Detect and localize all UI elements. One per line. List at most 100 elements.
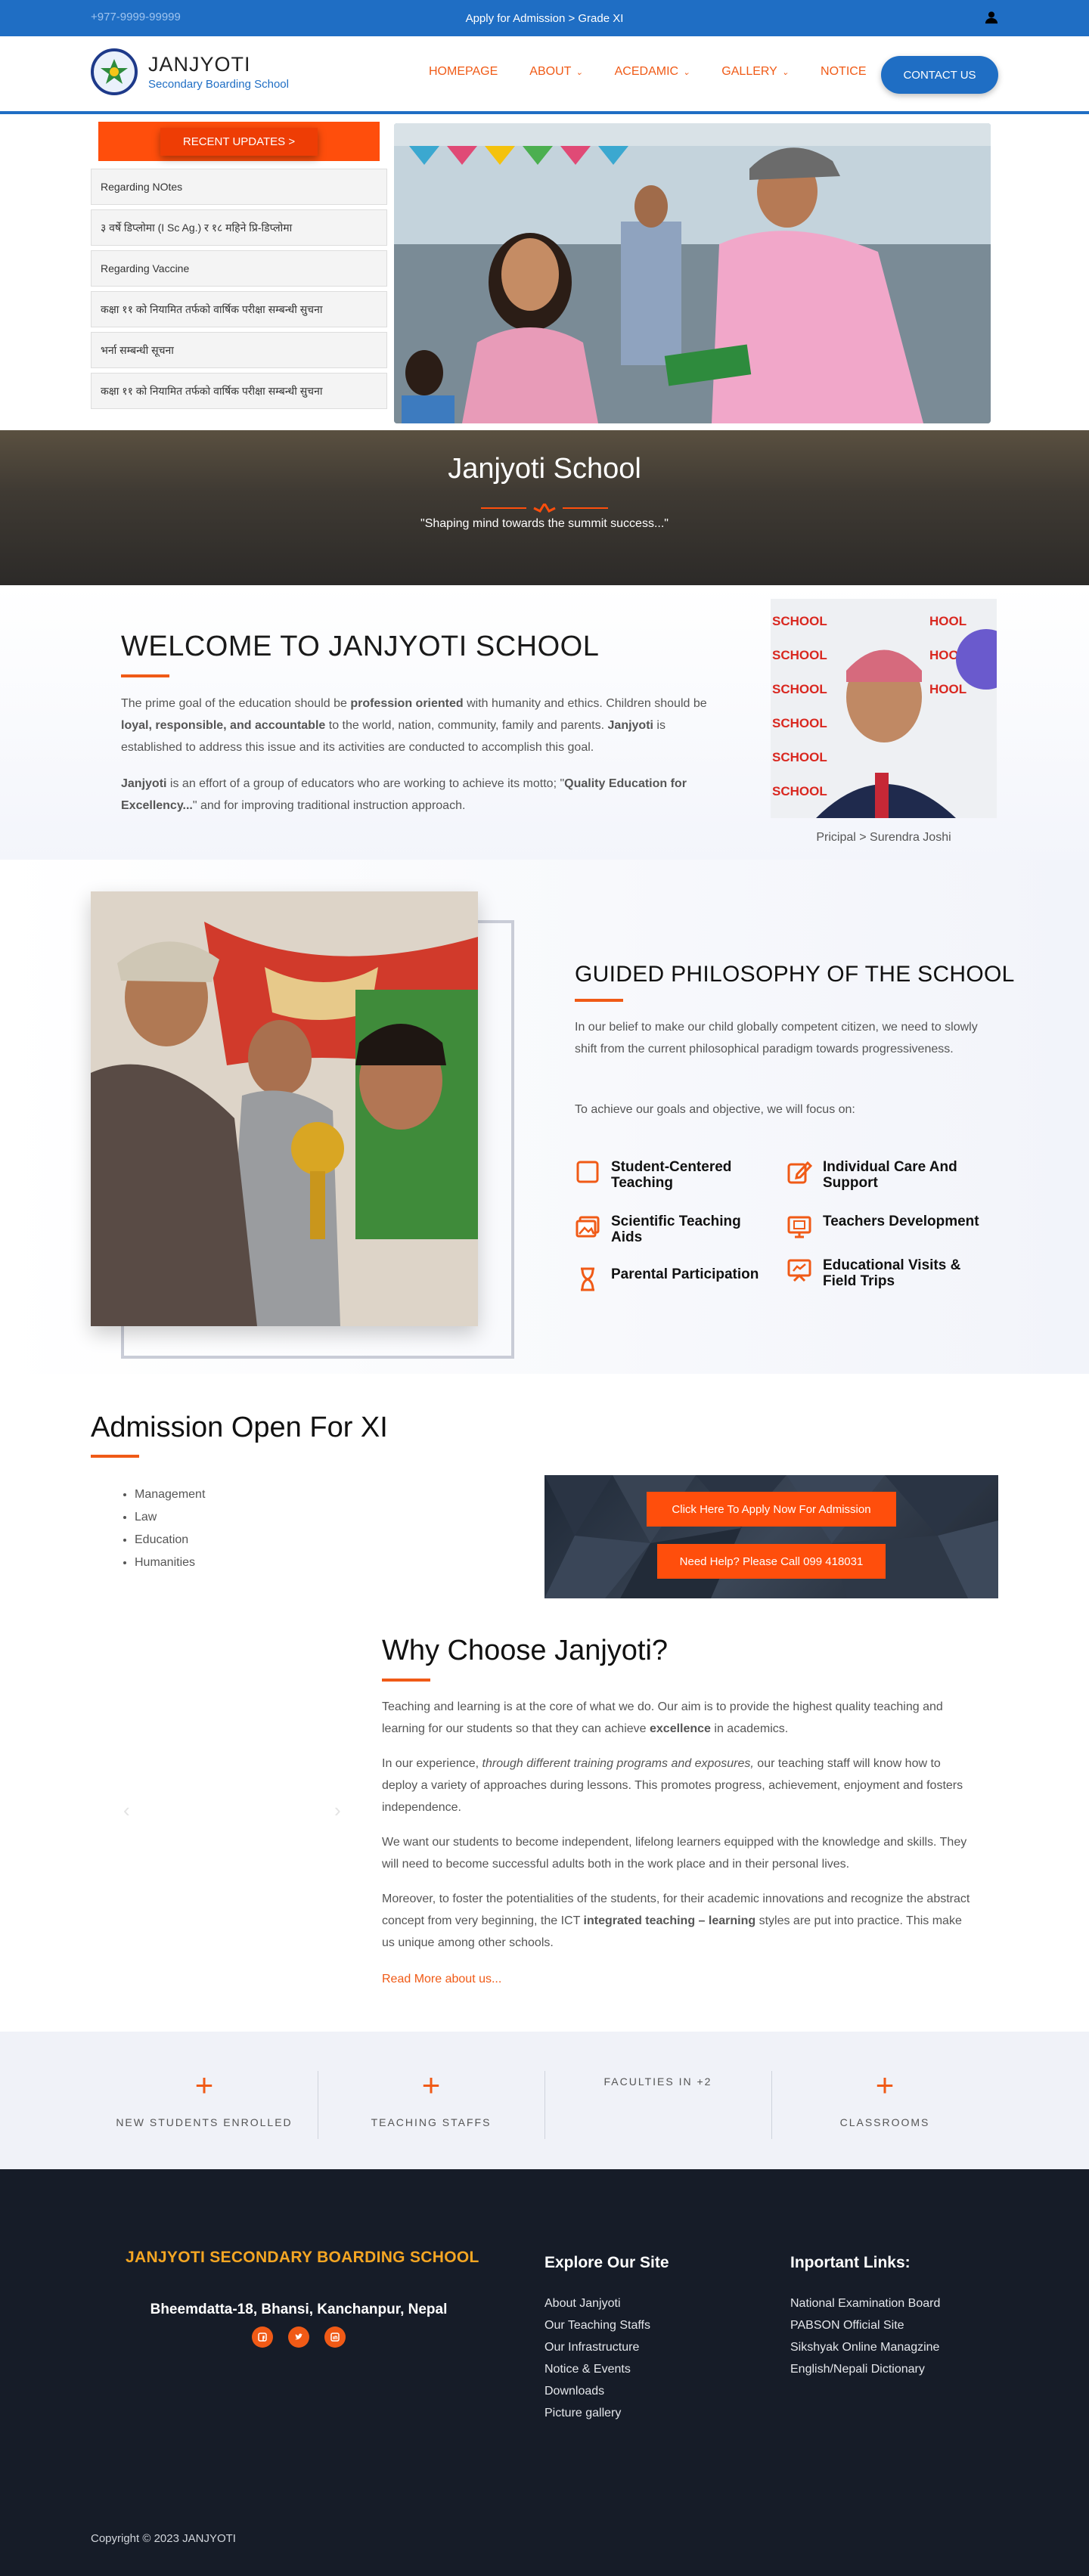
stat-value: + bbox=[194, 2067, 214, 2103]
presentation-icon bbox=[787, 1259, 811, 1282]
list-item: Humanities bbox=[135, 1551, 205, 1574]
banner-divider-icon bbox=[481, 504, 608, 513]
banner-title: Janjyoti School bbox=[448, 453, 641, 485]
footer-link[interactable]: Our Infrastructure bbox=[544, 2336, 650, 2358]
stat-value: + bbox=[421, 2067, 441, 2103]
linkedin-icon[interactable] bbox=[324, 2326, 346, 2348]
footer-link[interactable]: Our Teaching Staffs bbox=[544, 2314, 650, 2336]
update-item[interactable]: कक्षा ११ को नियामित तर्फको वार्षिक परीक्… bbox=[91, 291, 387, 327]
why-choose-section: ‹ › Why Choose Janjyoti? Teaching and le… bbox=[0, 1601, 1089, 2032]
philosophy-paragraph-1: In our belief to make our child globally… bbox=[575, 1021, 978, 1056]
screen-icon bbox=[787, 1216, 811, 1238]
footer-link[interactable]: Sikshyak Online Managzine bbox=[790, 2336, 940, 2358]
read-more-link[interactable]: Read More about us... bbox=[382, 1973, 501, 1986]
updates-list: Regarding NOtes ३ वर्षे डिप्लोमा (I Sc A… bbox=[91, 169, 387, 409]
welcome-paragraph-1: The prime goal of the education should b… bbox=[121, 697, 707, 754]
update-item[interactable]: कक्षा ११ को नियामित तर्फको वार्षिक परीक्… bbox=[91, 373, 387, 409]
why-title: Why Choose Janjyoti? bbox=[382, 1635, 669, 1666]
nav-homepage[interactable]: HOMEPAGE bbox=[429, 65, 498, 79]
nav-academic[interactable]: ACEDAMIC ⌄ bbox=[615, 65, 690, 79]
title-underline bbox=[575, 999, 623, 1002]
twitter-icon[interactable] bbox=[288, 2326, 309, 2348]
footer-link[interactable]: PABSON Official Site bbox=[790, 2314, 940, 2336]
copyright: Copyright © 2023 JANJYOTI bbox=[91, 2532, 236, 2545]
admission-link[interactable]: Apply for Admission > Grade XI bbox=[466, 12, 624, 25]
stat-value: + bbox=[875, 2067, 895, 2103]
feature-parental-participation: Parental Participation bbox=[575, 1266, 771, 1292]
stat-label: NEW STUDENTS ENROLLED bbox=[116, 2116, 293, 2128]
logo-title: JANJYOTI bbox=[148, 53, 251, 76]
apply-now-button[interactable]: Click Here To Apply Now For Admission bbox=[647, 1492, 896, 1527]
recent-updates-button[interactable]: RECENT UPDATES > bbox=[98, 122, 380, 161]
hourglass-icon bbox=[581, 1267, 594, 1291]
carousel-prev-icon[interactable]: ‹ bbox=[123, 1799, 130, 1822]
facebook-icon[interactable] bbox=[252, 2326, 273, 2348]
feature-scientific-aids: Scientific Teaching Aids bbox=[575, 1214, 771, 1245]
images-icon bbox=[576, 1216, 600, 1238]
feature-label: Scientific Teaching Aids bbox=[611, 1214, 741, 1245]
list-item: Education bbox=[135, 1529, 205, 1551]
philosophy-title: GUIDED PHILOSOPHY OF THE SCHOOL bbox=[575, 962, 1015, 987]
footer-link[interactable]: English/Nepali Dictionary bbox=[790, 2358, 940, 2380]
footer-school-name: JANJYOTI SECONDARY BOARDING SCHOOL bbox=[126, 2249, 479, 2266]
footer-link[interactable]: Downloads bbox=[544, 2380, 650, 2402]
chevron-down-icon: ⌄ bbox=[576, 67, 583, 77]
feature-individual-care: Individual Care And Support bbox=[786, 1159, 983, 1191]
why-paragraph-4: Moreover, to foster the potentialities o… bbox=[382, 1892, 970, 1949]
svg-text:SCHOOL: SCHOOL bbox=[772, 750, 827, 764]
banner-tagline: "Shaping mind towards the summit success… bbox=[420, 517, 669, 530]
stream-list: Management Law Education Humanities bbox=[135, 1483, 205, 1574]
nav-about[interactable]: ABOUT ⌄ bbox=[529, 65, 582, 79]
title-underline bbox=[121, 674, 169, 677]
update-item[interactable]: Regarding NOtes bbox=[91, 169, 387, 205]
svg-text:SCHOOL: SCHOOL bbox=[772, 648, 827, 662]
school-banner: Janjyoti School "Shaping mind towards th… bbox=[0, 430, 1089, 585]
feature-label: Educational Visits & Field Trips bbox=[823, 1257, 961, 1289]
svg-text:SCHOOL: SCHOOL bbox=[772, 614, 827, 628]
nav-notice[interactable]: NOTICE bbox=[821, 65, 866, 79]
contact-button[interactable]: CONTACT US bbox=[881, 56, 998, 94]
hero-slider-image[interactable] bbox=[394, 123, 991, 423]
explore-links: About Janjyoti Our Teaching Staffs Our I… bbox=[544, 2292, 650, 2424]
main-nav: HOMEPAGE ABOUT ⌄ ACEDAMIC ⌄ GALLERY ⌄ NOTIC… bbox=[429, 65, 898, 79]
feature-student-centered: Student-Centered Teaching bbox=[575, 1159, 771, 1191]
update-item[interactable]: Regarding Vaccine bbox=[91, 250, 387, 287]
list-item: Management bbox=[135, 1483, 205, 1506]
philosophy-paragraph-2: To achieve our goals and objective, we w… bbox=[575, 1103, 855, 1116]
call-help-button[interactable]: Need Help? Please Call 099 418031 bbox=[657, 1544, 886, 1579]
principal-caption: Pricipal > Surendra Joshi bbox=[816, 831, 951, 844]
site-logo[interactable]: JANJYOTI Secondary Boarding School bbox=[91, 48, 289, 95]
footer-address: Bheemdatta-18, Bhansi, Kanchanpur, Nepal bbox=[150, 2302, 448, 2317]
why-paragraph-1: Teaching and learning is at the core of … bbox=[382, 1700, 943, 1735]
phone-number[interactable]: +977-9999-99999 bbox=[91, 11, 181, 23]
footer-link[interactable]: About Janjyoti bbox=[544, 2292, 650, 2314]
list-item: Law bbox=[135, 1506, 205, 1529]
footer-link[interactable]: National Examination Board bbox=[790, 2292, 940, 2314]
philosophy-section: GUIDED PHILOSOPHY OF THE SCHOOL In our b… bbox=[0, 860, 1089, 1374]
footer-link[interactable]: Picture gallery bbox=[544, 2402, 650, 2424]
update-item[interactable]: ३ वर्षे डिप्लोमा (I Sc Ag.) र १८ महिने प… bbox=[91, 209, 387, 246]
feature-label: Student-Centered Teaching bbox=[611, 1159, 732, 1191]
feature-teachers-development: Teachers Development bbox=[786, 1214, 983, 1239]
user-icon[interactable] bbox=[985, 11, 998, 24]
recent-updates-panel: RECENT UPDATES > Regarding NOtes ३ वर्षे… bbox=[91, 122, 387, 414]
stats-section: + NEW STUDENTS ENROLLED + TEACHING STAFFS … bbox=[0, 2032, 1089, 2169]
update-item[interactable]: भर्ना सम्बन्धी सूचना bbox=[91, 332, 387, 368]
admission-section: Admission Open For XI Management Law Edu… bbox=[0, 1374, 1089, 1601]
important-links: National Examination Board PABSON Offici… bbox=[790, 2292, 940, 2380]
feature-educational-visits: Educational Visits & Field Trips bbox=[786, 1257, 983, 1289]
title-underline bbox=[382, 1679, 430, 1682]
carousel-next-icon[interactable]: › bbox=[334, 1799, 341, 1822]
stat-staffs: + TEACHING STAFFS bbox=[318, 2032, 544, 2169]
svg-text:SCHOOL: SCHOOL bbox=[772, 784, 827, 798]
welcome-paragraph-2: Janjyoti is an effort of a group of educ… bbox=[121, 777, 687, 812]
site-header: JANJYOTI Secondary Boarding School HOMEP… bbox=[0, 36, 1089, 114]
footer-link[interactable]: Notice & Events bbox=[544, 2358, 650, 2380]
site-footer: JANJYOTI SECONDARY BOARDING SCHOOL Bheem… bbox=[0, 2169, 1089, 2576]
stat-classrooms: + CLASSROOMS bbox=[771, 2032, 998, 2169]
title-underline bbox=[91, 1455, 139, 1458]
welcome-section: WELCOME TO JANJYOTI SCHOOL The prime goa… bbox=[0, 585, 1089, 860]
nav-gallery[interactable]: GALLERY ⌄ bbox=[721, 65, 789, 79]
feature-label: Parental Participation bbox=[611, 1266, 759, 1282]
important-links-heading: Inportant Links: bbox=[790, 2254, 911, 2271]
